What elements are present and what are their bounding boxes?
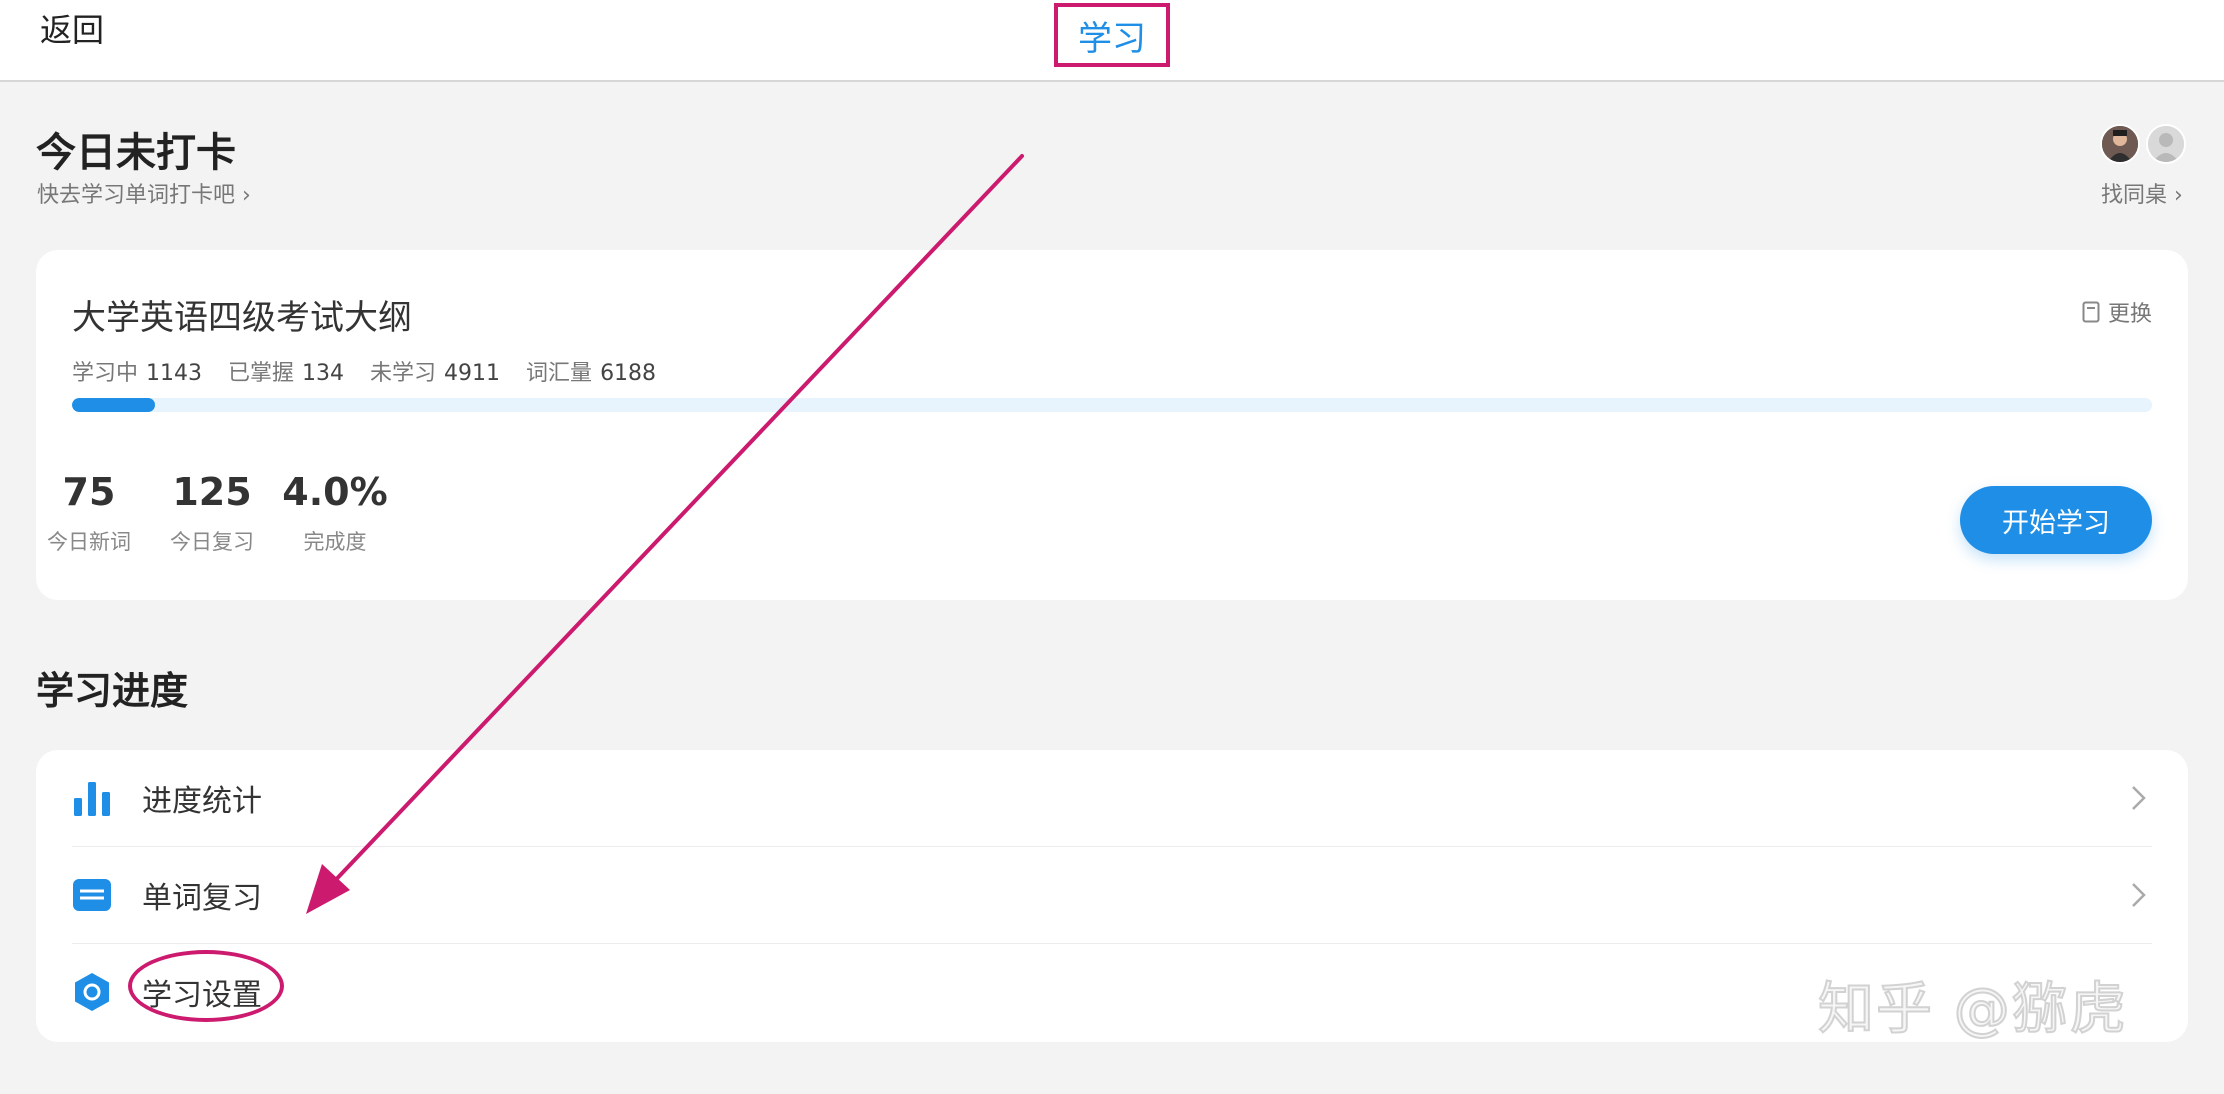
change-book-button[interactable]: 更换 xyxy=(2082,296,2152,328)
metric-today-new: 75 今日新词 xyxy=(34,470,144,556)
hexagon-settings-icon xyxy=(72,972,112,1012)
checkin-status-title: 今日未打卡 xyxy=(36,130,236,176)
metric-today-review: 125 今日复习 xyxy=(157,470,267,556)
book-progress-bar xyxy=(72,398,2152,412)
menu-item-label: 学习设置 xyxy=(128,950,284,1022)
metric-value: 125 xyxy=(172,470,252,514)
metric-label: 完成度 xyxy=(303,530,367,554)
metric-value: 75 xyxy=(62,470,116,514)
metric-label: 今日新词 xyxy=(47,530,131,554)
chevron-right-icon xyxy=(2132,883,2146,907)
stat-mastered: 已掌握 134 xyxy=(228,361,345,386)
card-stack-icon xyxy=(72,875,112,915)
bar-chart-icon xyxy=(72,778,112,818)
find-deskmate-link[interactable]: 找同桌 › xyxy=(2101,177,2183,209)
stat-vocabulary: 词汇量 6188 xyxy=(526,361,657,386)
metric-label: 今日复习 xyxy=(170,530,254,554)
stat-learning: 学习中 1143 xyxy=(72,361,203,386)
back-button[interactable]: 返回 xyxy=(40,8,104,52)
avatar-placeholder xyxy=(2146,124,2186,164)
chevron-right-icon xyxy=(2132,786,2146,810)
section-title-progress: 学习进度 xyxy=(36,669,189,713)
book-title: 大学英语四级考试大纲 xyxy=(72,298,412,338)
change-book-label: 更换 xyxy=(2107,302,2152,327)
document-icon xyxy=(2082,301,2100,323)
metric-completion: 4.0% 完成度 xyxy=(280,470,390,556)
menu-item-progress-stats[interactable]: 进度统计 xyxy=(72,750,2152,847)
start-learning-button[interactable]: 开始学习 xyxy=(1960,486,2152,554)
avatar xyxy=(2100,124,2140,164)
watermark: 知乎 @猕虎 xyxy=(1817,976,2128,1043)
book-progress-fill xyxy=(72,398,156,412)
annotation-ellipse xyxy=(128,950,284,1022)
book-stats: 学习中 1143 已掌握 134 未学习 4911 词汇量 6188 xyxy=(72,355,656,387)
chevron-right-icon: › xyxy=(2174,183,2183,208)
menu-item-word-review[interactable]: 单词复习 xyxy=(72,847,2152,944)
chevron-right-icon: › xyxy=(242,183,251,208)
stat-unlearned: 未学习 4911 xyxy=(370,361,501,386)
checkin-prompt-label: 快去学习单词打卡吧 xyxy=(37,183,236,208)
metric-value: 4.0% xyxy=(282,470,388,514)
menu-item-label: 进度统计 xyxy=(142,784,262,819)
vocabulary-book-card: 大学英语四级考试大纲 更换 学习中 1143 已掌握 134 未学习 4911 词汇量… xyxy=(36,250,2188,600)
nav-title-highlighted: 学习 xyxy=(1054,3,1170,67)
find-deskmate-label: 找同桌 xyxy=(2101,183,2168,208)
deskmate-avatars[interactable] xyxy=(2100,124,2188,166)
menu-item-label: 单词复习 xyxy=(142,881,262,916)
top-nav-bar: 返回 学习 xyxy=(0,0,2224,82)
checkin-prompt-link[interactable]: 快去学习单词打卡吧 › xyxy=(37,177,251,209)
